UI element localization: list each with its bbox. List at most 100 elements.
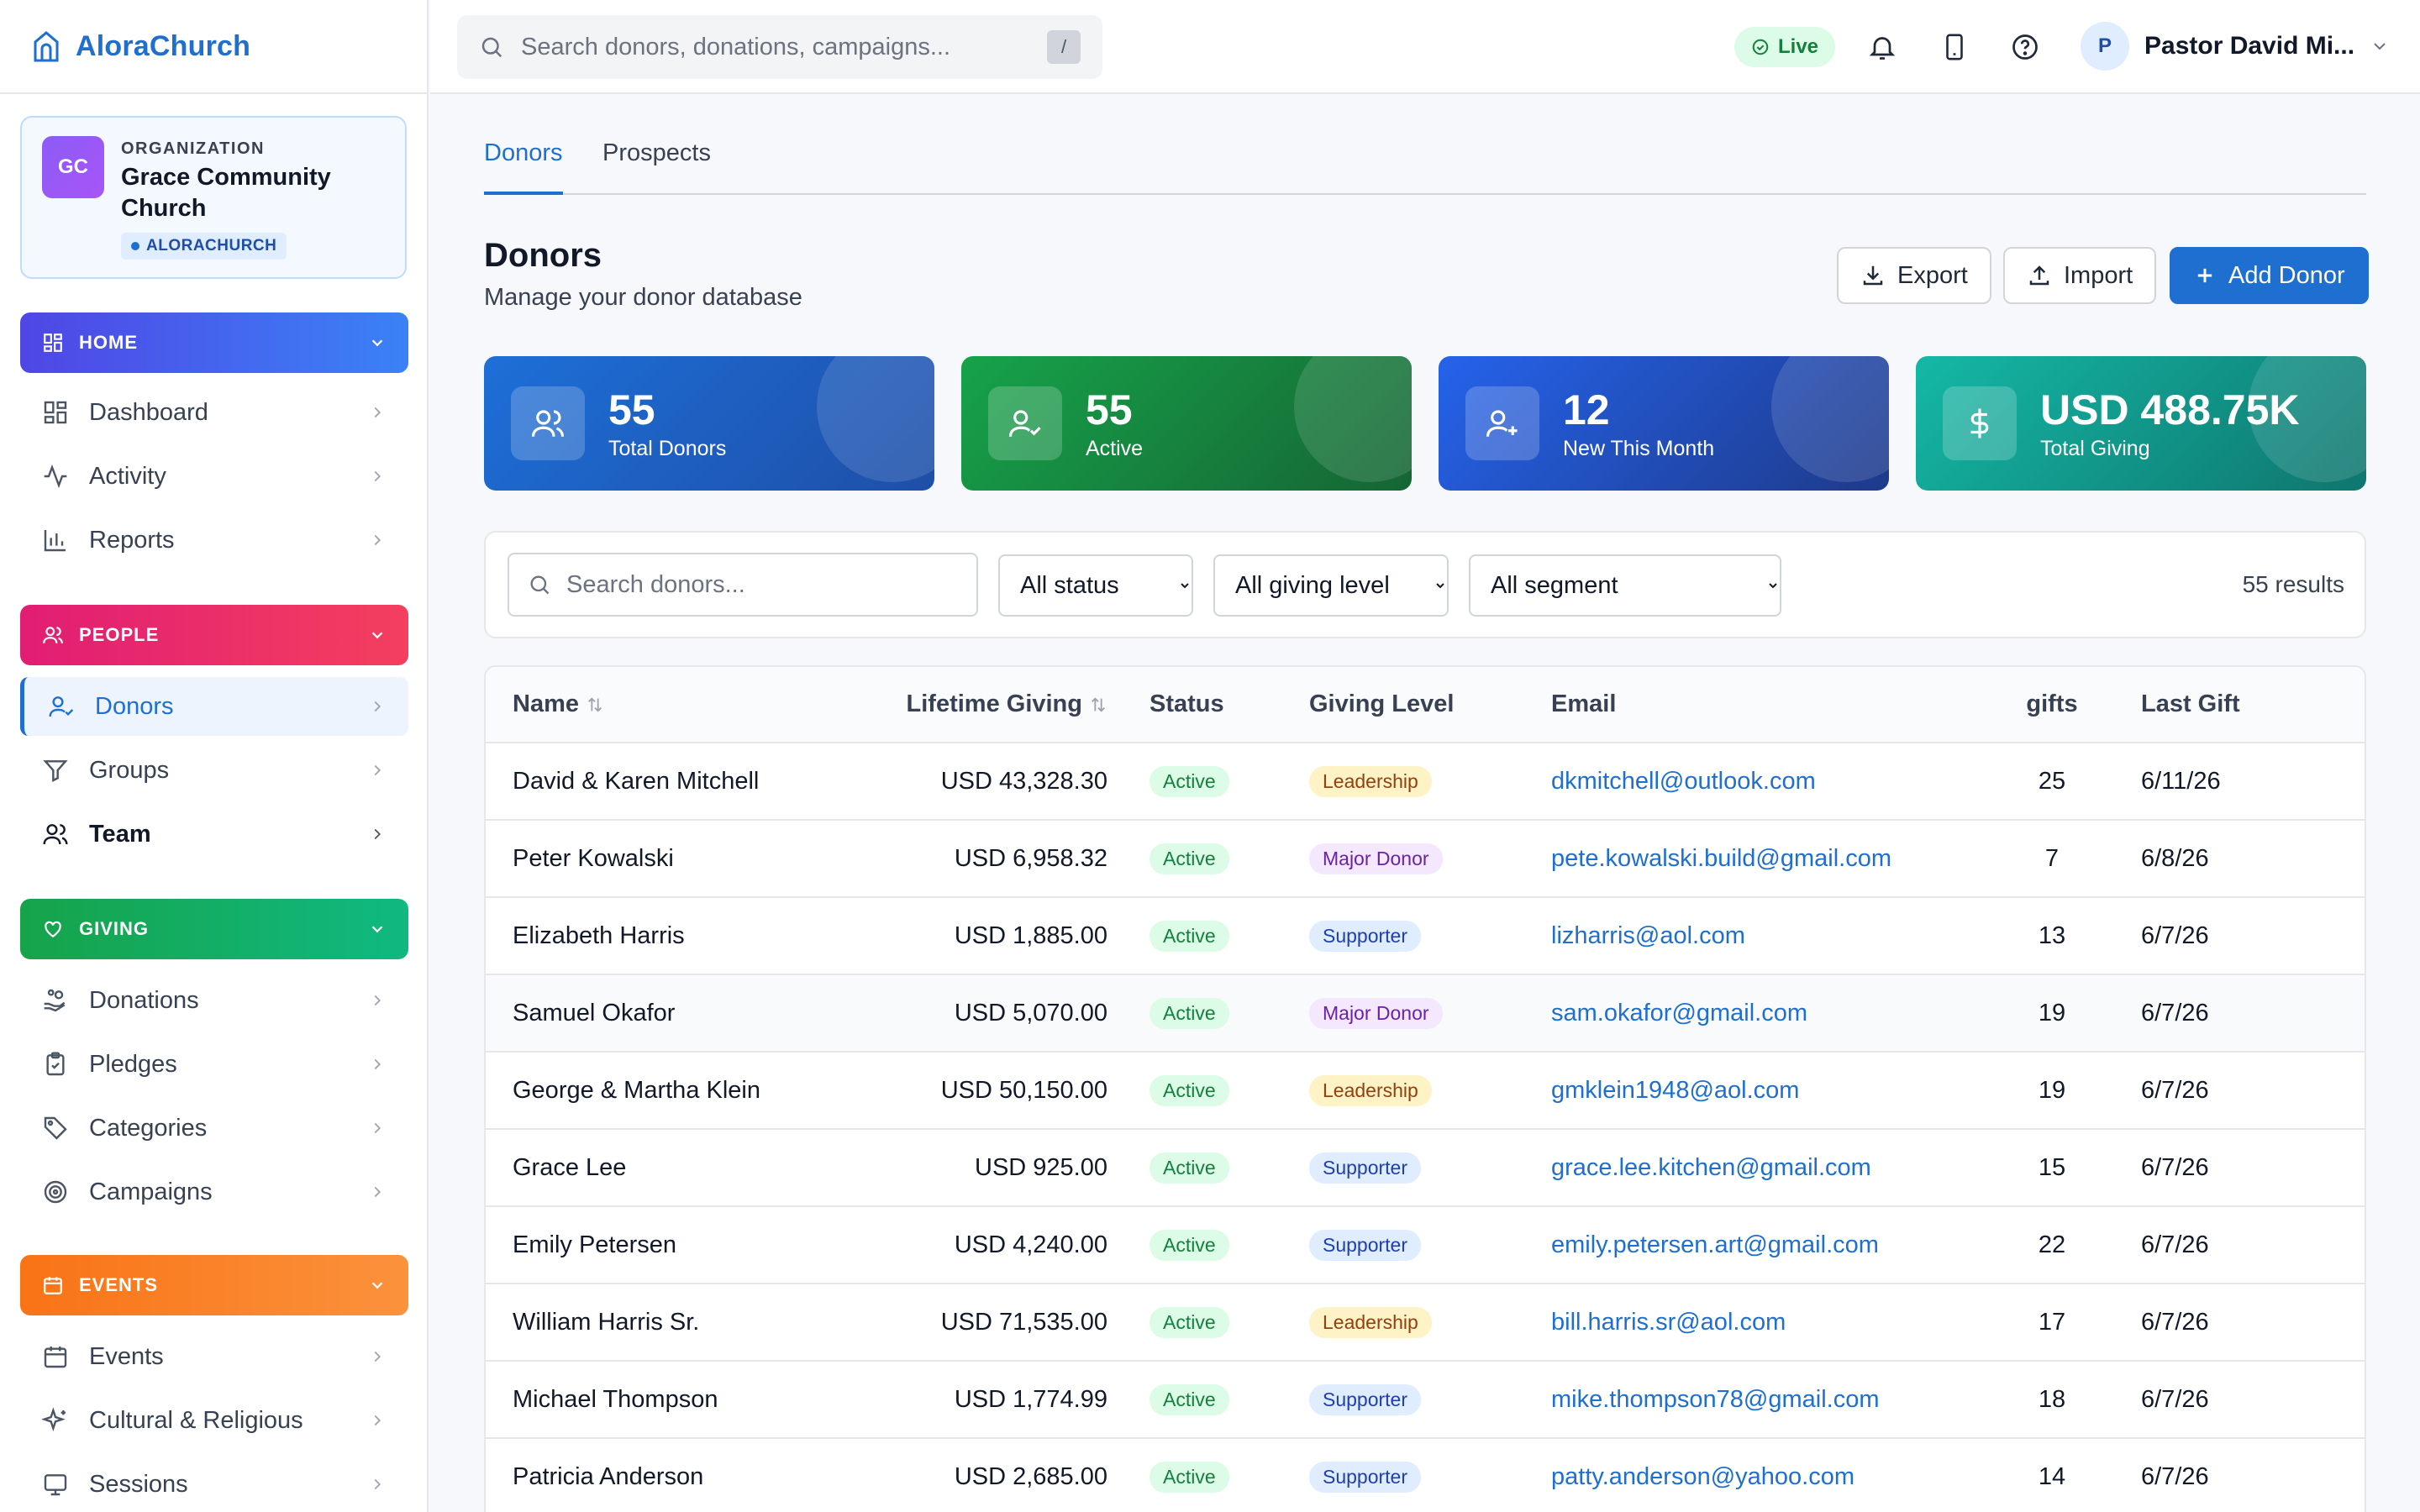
lifetime-giving-cell: USD 925.00 (872, 1129, 1124, 1207)
table-row[interactable]: William Harris Sr. USD 71,535.00 Active Lea… (486, 1284, 2365, 1362)
table-row[interactable]: Samuel Okafor USD 5,070.00 Active Major Don… (486, 974, 2365, 1053)
donor-email[interactable]: mike.thompson78@gmail.com (1551, 1386, 1879, 1413)
export-label: Export (1897, 261, 1968, 289)
lifetime-giving: USD 50,150.00 (940, 1076, 1107, 1104)
sidebar-item-activity[interactable]: Activity (20, 447, 408, 506)
donor-email-cell: mike.thompson78@gmail.com (1539, 1361, 2010, 1439)
sidebar-item-sessions[interactable]: Sessions (20, 1455, 408, 1512)
column-header-name[interactable]: Name (486, 667, 872, 743)
donor-email[interactable]: bill.harris.sr@aol.com (1551, 1309, 1786, 1336)
filter-icon (42, 757, 69, 784)
global-search[interactable]: / (457, 15, 1102, 79)
table-row[interactable]: Emily Petersen USD 4,240.00 Active Supporte… (486, 1206, 2365, 1284)
chevron-right-icon (368, 825, 387, 843)
sidebar-item-events[interactable]: Events (20, 1327, 408, 1386)
bell-icon[interactable] (1864, 29, 1901, 66)
filter-bar: All status All giving level All segment … (484, 531, 2366, 638)
table-row[interactable]: Grace Lee USD 925.00 Active Supporter grace.… (486, 1129, 2365, 1207)
decorative-circle (1771, 356, 1889, 482)
table-row[interactable]: Peter Kowalski USD 6,958.32 Active Major Do… (486, 820, 2365, 898)
user-menu[interactable]: P Pastor David Mi... (2081, 22, 2390, 71)
giving-level-badge-cell: Supporter (1297, 1361, 1539, 1439)
column-header-gifts: gifts (2010, 667, 2094, 743)
users-icon (511, 386, 585, 460)
status-badge: Active (1150, 1152, 1229, 1184)
donor-email[interactable]: grace.lee.kitchen@gmail.com (1551, 1154, 1871, 1181)
sidebar-item-groups[interactable]: Groups (20, 741, 408, 800)
column-header-lifetime-giving[interactable]: Lifetime Giving (872, 667, 1124, 743)
sidebar-item-team[interactable]: Team (20, 805, 408, 864)
gift-count: 18 (2038, 1385, 2066, 1413)
donor-search-input[interactable] (566, 570, 953, 599)
last-gift-date: 6/7/26 (2141, 1076, 2209, 1104)
table-row[interactable]: David & Karen Mitchell USD 43,328.30 Activ… (486, 743, 2365, 821)
sidebar-item-label: Categories (89, 1114, 208, 1142)
gift-count-cell: 19 (2010, 1052, 2094, 1130)
brand[interactable]: AloraChurch (0, 0, 427, 94)
donor-name: Emily Petersen (513, 1231, 677, 1258)
last-gift-date: 6/7/26 (2141, 1231, 2209, 1258)
donor-email[interactable]: sam.okafor@gmail.com (1551, 1000, 1807, 1026)
donor-name-cell: Grace Lee (486, 1129, 872, 1207)
stat-label: Total Giving (2040, 436, 2150, 460)
section-giving[interactable]: GIVING (20, 899, 408, 959)
tab-donors[interactable]: Donors (484, 139, 563, 195)
segment-filter-select[interactable]: All segment (1469, 554, 1781, 617)
donor-email[interactable]: gmklein1948@aol.com (1551, 1077, 1799, 1104)
table-row[interactable]: Michael Thompson USD 1,774.99 Active Suppor… (486, 1361, 2365, 1439)
sidebar-item-label: Groups (89, 756, 170, 784)
activity-icon (42, 463, 69, 490)
user-check-icon (988, 386, 1062, 460)
sidebar-item-pledges[interactable]: Pledges (20, 1035, 408, 1094)
donor-email[interactable]: patty.anderson@yahoo.com (1551, 1463, 1854, 1490)
organization-card[interactable]: GC ORGANIZATION Grace Community Church A… (20, 116, 407, 279)
sort-icon (586, 696, 604, 714)
global-search-input[interactable] (521, 33, 1017, 61)
donor-email[interactable]: emily.petersen.art@gmail.com (1551, 1231, 1879, 1258)
chevron-right-icon (368, 1119, 387, 1137)
sidebar-item-categories[interactable]: Categories (20, 1099, 408, 1158)
donor-email-cell: dkmitchell@outlook.com (1539, 743, 2010, 821)
chevron-right-icon (368, 991, 387, 1010)
giving-level-filter-select[interactable]: All giving level (1213, 554, 1449, 617)
export-button[interactable]: Export (1837, 247, 1991, 304)
sidebar-item-donors[interactable]: Donors (20, 677, 408, 736)
chevron-right-icon (368, 531, 387, 549)
table-row[interactable]: George & Martha Klein USD 50,150.00 Active… (486, 1052, 2365, 1130)
section-people[interactable]: PEOPLE (20, 605, 408, 665)
status-badge: Active (1150, 843, 1229, 874)
sidebar-item-reports[interactable]: Reports (20, 511, 408, 570)
donor-email[interactable]: dkmitchell@outlook.com (1551, 768, 1816, 795)
gift-count-cell: 15 (2010, 1129, 2094, 1207)
status-badge-cell: Active (1124, 743, 1297, 821)
donor-email[interactable]: lizharris@aol.com (1551, 922, 1745, 949)
donor-email[interactable]: pete.kowalski.build@gmail.com (1551, 845, 1891, 872)
last-gift-date: 6/7/26 (2141, 1385, 2209, 1413)
help-icon[interactable] (2007, 29, 2044, 66)
lifetime-giving: USD 5,070.00 (954, 999, 1107, 1026)
status-filter-select[interactable]: All status (998, 554, 1193, 617)
donor-name: George & Martha Klein (513, 1076, 760, 1104)
live-status-badge: Live (1734, 27, 1836, 67)
sidebar-item-campaigns[interactable]: Campaigns (20, 1163, 408, 1221)
chevron-right-icon (368, 1183, 387, 1201)
giving-level-badge-cell: Major Donor (1297, 820, 1539, 898)
mobile-icon[interactable] (1936, 29, 1973, 66)
sidebar-item-dashboard[interactable]: Dashboard (20, 383, 408, 442)
user-name: Pastor David Mi... (2144, 32, 2355, 60)
section-home[interactable]: HOME (20, 312, 408, 373)
add-donor-button[interactable]: Add Donor (2170, 247, 2369, 304)
giving-level-badge-cell: Supporter (1297, 1206, 1539, 1284)
status-badge-cell: Active (1124, 1361, 1297, 1439)
section-events[interactable]: EVENTS (20, 1255, 408, 1315)
bar-chart-icon (42, 527, 69, 554)
table-row[interactable]: Patricia Anderson USD 2,685.00 Active Suppo… (486, 1438, 2365, 1512)
tab-prospects[interactable]: Prospects (602, 139, 711, 195)
giving-level-badge: Supporter (1309, 1383, 1422, 1415)
donor-search[interactable] (508, 553, 978, 617)
gift-count: 15 (2038, 1153, 2066, 1181)
import-button[interactable]: Import (2003, 247, 2157, 304)
table-row[interactable]: Elizabeth Harris USD 1,885.00 Active Suppor… (486, 897, 2365, 975)
sidebar-item-donations[interactable]: Donations (20, 971, 408, 1030)
sidebar-item-cultural-religious[interactable]: Cultural & Religious (20, 1391, 408, 1450)
